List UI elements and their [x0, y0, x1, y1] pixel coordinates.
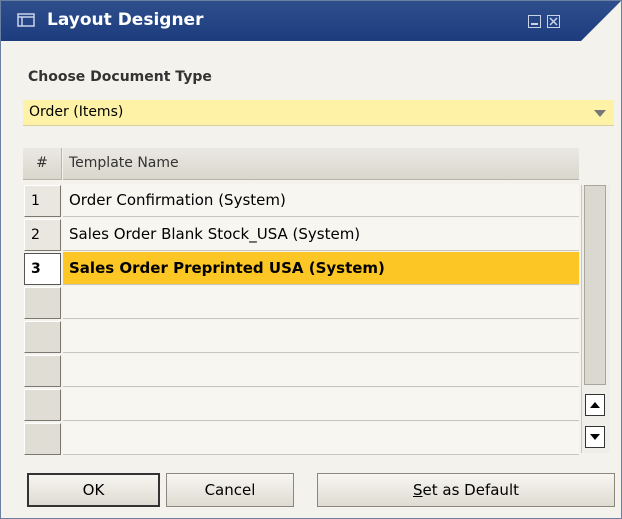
row-number[interactable]: 1: [24, 185, 61, 217]
scroll-down-button[interactable]: [585, 426, 605, 448]
column-header-template-name[interactable]: Template Name: [63, 148, 579, 180]
layout-window-icon: [17, 13, 35, 27]
scroll-up-button[interactable]: [585, 394, 605, 416]
row-number[interactable]: [24, 321, 61, 353]
scrollbar-thumb[interactable]: [584, 185, 606, 385]
title-bar-corner: [581, 1, 621, 41]
row-number[interactable]: [24, 287, 61, 319]
row-number[interactable]: 2: [24, 219, 61, 251]
arrow-down-icon: [590, 434, 600, 440]
arrow-up-icon: [590, 402, 600, 408]
template-name-cell[interactable]: [63, 422, 579, 455]
template-name-cell[interactable]: Order Confirmation (System): [63, 184, 579, 217]
table-row-selected[interactable]: 3 Sales Order Preprinted USA (System): [23, 252, 579, 286]
row-number[interactable]: 3: [24, 253, 61, 285]
layout-designer-window: Layout Designer Choose Document Type Ord…: [0, 0, 622, 519]
close-button[interactable]: [547, 15, 560, 28]
template-name-cell[interactable]: [63, 286, 579, 319]
ok-button[interactable]: OK: [27, 473, 160, 507]
document-type-value: Order (Items): [29, 104, 124, 120]
vertical-scrollbar[interactable]: [581, 185, 610, 453]
row-number[interactable]: [24, 423, 61, 455]
close-icon: [549, 17, 558, 26]
minimize-button[interactable]: [528, 15, 541, 28]
title-bar[interactable]: Layout Designer: [1, 1, 621, 41]
template-grid: # Template Name 1 Order Confirmation (Sy…: [23, 148, 613, 455]
document-type-label: Choose Document Type: [28, 69, 212, 85]
row-number[interactable]: [24, 389, 61, 421]
template-name-cell[interactable]: [63, 354, 579, 387]
empty-row[interactable]: [23, 422, 579, 456]
empty-row[interactable]: [23, 286, 579, 320]
template-name-cell[interactable]: [63, 320, 579, 353]
document-type-dropdown[interactable]: Order (Items): [23, 100, 614, 126]
empty-row[interactable]: [23, 320, 579, 354]
table-row[interactable]: 1 Order Confirmation (System): [23, 184, 579, 218]
chevron-down-icon[interactable]: [594, 110, 606, 117]
cancel-button[interactable]: Cancel: [166, 473, 294, 507]
column-header-number[interactable]: #: [23, 148, 62, 180]
window-title: Layout Designer: [47, 10, 204, 30]
empty-row[interactable]: [23, 388, 579, 422]
set-as-default-mnemonic: S: [413, 481, 423, 499]
empty-row[interactable]: [23, 354, 579, 388]
row-number[interactable]: [24, 355, 61, 387]
set-as-default-button[interactable]: Set as Default: [317, 473, 615, 507]
template-name-cell[interactable]: [63, 388, 579, 421]
template-name-cell[interactable]: Sales Order Preprinted USA (System): [63, 252, 579, 285]
template-name-cell[interactable]: Sales Order Blank Stock_USA (System): [63, 218, 579, 251]
set-as-default-label: et as Default: [422, 481, 519, 499]
table-row[interactable]: 2 Sales Order Blank Stock_USA (System): [23, 218, 579, 252]
